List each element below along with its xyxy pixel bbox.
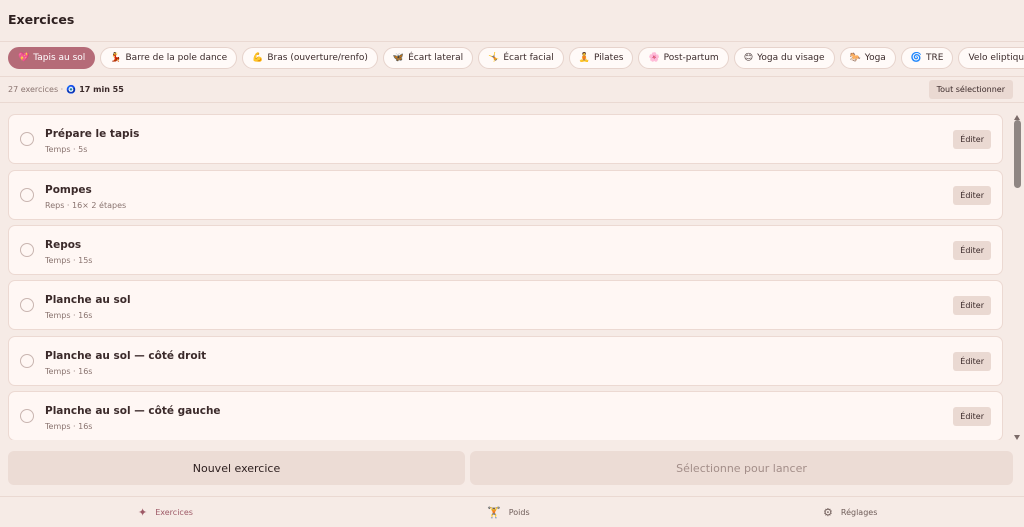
category-chip-label: Écart facial bbox=[503, 53, 554, 63]
butterfly-icon: 🦋 bbox=[392, 52, 405, 63]
exercise-name: Prépare le tapis bbox=[45, 128, 140, 140]
launch-button[interactable]: Sélectionne pour lancer bbox=[470, 451, 1013, 485]
category-chip-post-partum[interactable]: 🌸 Post-partum bbox=[638, 47, 729, 69]
horse-icon: 🐎 bbox=[849, 52, 861, 63]
tab-label: Réglages bbox=[840, 508, 878, 517]
meditation-icon: 🧘 bbox=[578, 52, 590, 63]
edit-button[interactable]: Éditer bbox=[953, 186, 991, 205]
heart-icon: 💖 bbox=[18, 52, 30, 63]
tab-label: Poids bbox=[508, 508, 530, 517]
exercise-row[interactable]: Planche au sol — côté gauche Temps · 16s… bbox=[8, 391, 1003, 440]
category-chip-ecart-lateral[interactable]: 🦋 Écart lateral bbox=[382, 47, 474, 69]
action-bar: Nouvel exercice Sélectionne pour lancer bbox=[8, 451, 1013, 486]
category-chip-label: Yoga bbox=[864, 53, 886, 63]
flexed-arm-icon: 💪 bbox=[252, 52, 264, 63]
tab-poids[interactable]: 🏋 Poids bbox=[487, 497, 530, 527]
edit-button[interactable]: Éditer bbox=[953, 130, 991, 149]
exercise-row[interactable]: Repos Temps · 15s Éditer bbox=[8, 225, 1003, 275]
exercise-row[interactable]: Planche au sol — côté droit Temps · 16s … bbox=[8, 336, 1003, 386]
exercise-row[interactable]: Pompes Reps · 16× 2 étapes Éditer bbox=[8, 170, 1003, 220]
list-scrollbar[interactable] bbox=[1013, 115, 1022, 440]
select-radio[interactable] bbox=[20, 298, 34, 312]
scroll-down-arrow-icon[interactable] bbox=[1014, 435, 1020, 440]
category-chip-label: Bras (ouverture/renfo) bbox=[267, 53, 368, 63]
list-summary-bar: 27 exercices · 🧿 17 min 55 Tout sélectio… bbox=[0, 76, 1024, 103]
tab-exercices[interactable]: ✦ Exercices bbox=[138, 497, 193, 527]
page-title: Exercices bbox=[8, 12, 75, 27]
category-chip-bras[interactable]: 💪 Bras (ouverture/renfo) bbox=[242, 47, 378, 69]
cartwheel-icon: 🤸 bbox=[488, 52, 500, 63]
tab-reglages[interactable]: ⚙ Réglages bbox=[823, 497, 877, 527]
edit-button[interactable]: Éditer bbox=[953, 241, 991, 260]
exercise-name: Planche au sol — côté gauche bbox=[45, 405, 221, 417]
select-radio[interactable] bbox=[20, 243, 34, 257]
category-chip-label: Écart lateral bbox=[408, 53, 464, 63]
exercise-detail: Temps · 16s bbox=[45, 367, 93, 376]
select-radio[interactable] bbox=[20, 354, 34, 368]
select-radio[interactable] bbox=[20, 188, 34, 202]
sparkle-icon: ✦ bbox=[138, 506, 148, 519]
category-chip-label: Pilates bbox=[593, 53, 624, 63]
exercise-detail: Temps · 16s bbox=[45, 311, 93, 320]
exercise-detail: Temps · 15s bbox=[45, 256, 93, 265]
exercise-row[interactable]: Planche au sol Temps · 16s Éditer bbox=[8, 280, 1003, 330]
category-chip-label: Yoga du visage bbox=[757, 53, 825, 63]
exercise-name: Pompes bbox=[45, 184, 92, 196]
flower-icon: 🌸 bbox=[648, 52, 660, 63]
category-chip-label: Post-partum bbox=[663, 53, 719, 63]
exercise-list: Prépare le tapis Temps · 5s Éditer Pompe… bbox=[8, 114, 1003, 440]
category-filter-bar: 💖 Tapis au sol 💃 Barre de la pole dance … bbox=[8, 47, 1024, 69]
edit-button[interactable]: Éditer bbox=[953, 407, 991, 426]
select-all-button[interactable]: Tout sélectionner bbox=[928, 80, 1013, 99]
exercise-row[interactable]: Prépare le tapis Temps · 5s Éditer bbox=[8, 114, 1003, 164]
bottom-tab-bar: ✦ Exercices 🏋 Poids ⚙ Réglages bbox=[0, 496, 1024, 527]
nazar-icon: 🧿 bbox=[66, 85, 77, 94]
scroll-thumb[interactable] bbox=[1014, 120, 1021, 188]
exercise-summary: 27 exercices · 🧿 17 min 55 bbox=[8, 85, 124, 94]
tab-label: Exercices bbox=[155, 508, 193, 517]
exercise-name: Repos bbox=[45, 239, 82, 251]
category-chip-barre-pole-dance[interactable]: 💃 Barre de la pole dance bbox=[100, 47, 238, 69]
exercise-name: Planche au sol — côté droit bbox=[45, 350, 207, 362]
exercise-detail: Reps · 16× 2 étapes bbox=[45, 201, 127, 210]
category-chip-label: Tapis au sol bbox=[33, 53, 86, 63]
exercise-name: Planche au sol bbox=[45, 294, 131, 306]
category-chip-tre[interactable]: 🌀 TRE bbox=[900, 47, 954, 69]
new-exercise-button[interactable]: Nouvel exercice bbox=[8, 451, 465, 485]
category-chip-velo-eliptique[interactable]: Velo eliptique bbox=[958, 47, 1024, 69]
smiley-icon: 😊 bbox=[743, 52, 754, 63]
exercise-count: 27 exercices · bbox=[8, 85, 64, 94]
category-chip-label: Barre de la pole dance bbox=[125, 53, 228, 63]
app-header: Exercices bbox=[0, 0, 1024, 42]
gear-icon: ⚙ bbox=[823, 506, 833, 519]
exercise-detail: Temps · 5s bbox=[45, 145, 88, 154]
total-duration: 17 min 55 bbox=[79, 85, 124, 94]
category-chip-label: TRE bbox=[926, 53, 944, 63]
select-radio[interactable] bbox=[20, 132, 34, 146]
spiral-icon: 🌀 bbox=[910, 52, 923, 63]
category-chip-yoga-visage[interactable]: 😊 Yoga du visage bbox=[733, 47, 835, 69]
dancer-icon: 💃 bbox=[110, 52, 122, 63]
exercise-detail: Temps · 16s bbox=[45, 422, 93, 431]
weight-icon: 🏋 bbox=[487, 506, 501, 519]
category-chip-ecart-facial[interactable]: 🤸 Écart facial bbox=[478, 47, 564, 69]
category-chip-yoga[interactable]: 🐎 Yoga bbox=[839, 47, 896, 69]
edit-button[interactable]: Éditer bbox=[953, 296, 991, 315]
select-radio[interactable] bbox=[20, 409, 34, 423]
edit-button[interactable]: Éditer bbox=[953, 352, 991, 371]
category-chip-pilates[interactable]: 🧘 Pilates bbox=[568, 47, 634, 69]
category-chip-label: Velo eliptique bbox=[968, 53, 1024, 63]
category-chip-tapis-au-sol[interactable]: 💖 Tapis au sol bbox=[8, 47, 96, 69]
